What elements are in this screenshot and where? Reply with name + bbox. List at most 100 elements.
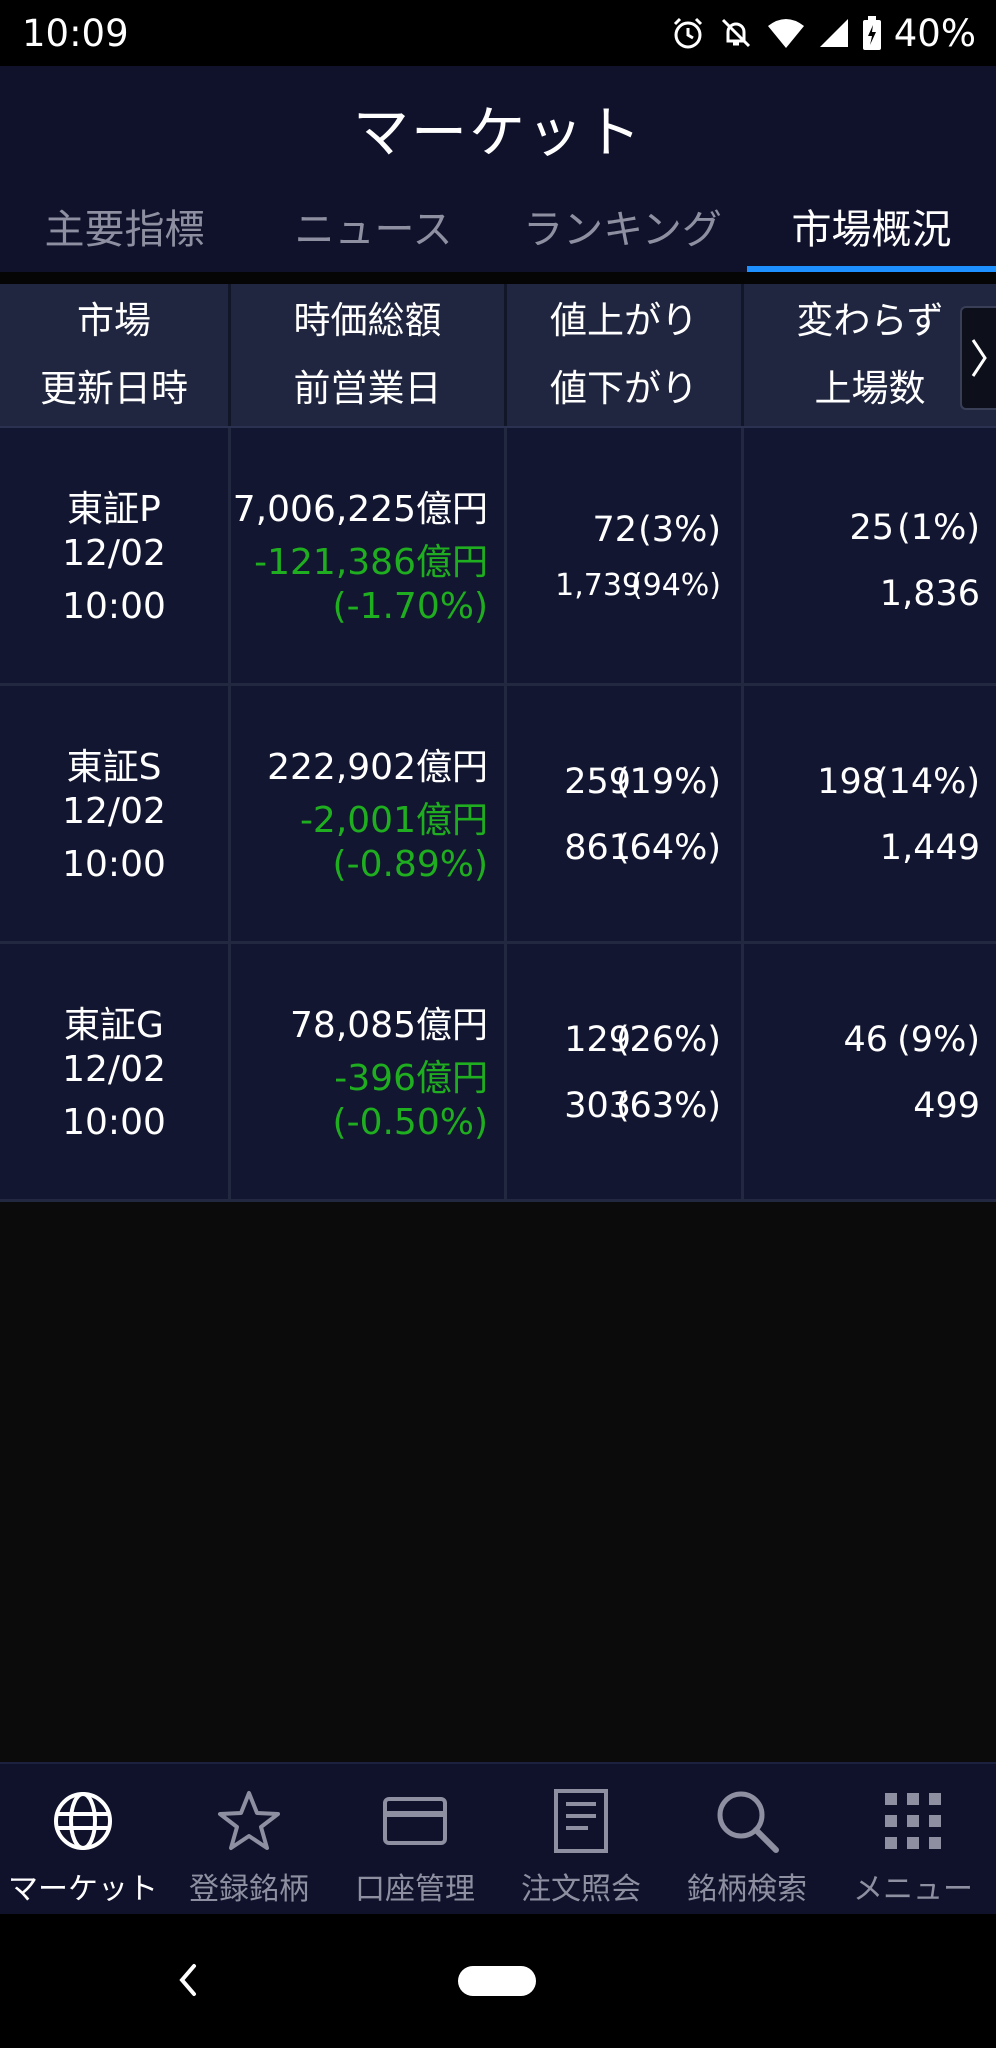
app-header: マーケット 主要指標 ニュース ランキング 市場概況: [0, 66, 996, 272]
back-icon[interactable]: [176, 1960, 200, 2000]
market-cell: 東証G 12/02 10:00: [0, 944, 231, 1199]
header-advances: 値上がり 値下がり: [507, 284, 744, 426]
star-icon: [218, 1791, 280, 1850]
header-market-label: 市場: [77, 299, 151, 342]
header-advances-label: 値上がり: [550, 299, 698, 342]
market-cap-change: -121,386億円: [254, 542, 488, 583]
bottom-nav: マーケット 登録銘柄 口座管理 注文照会 銘柄検索 メニュー: [0, 1762, 996, 1916]
market-overview-table: 市場 更新日時 時価総額 前営業日 値上がり 値下がり 変わらず 上場数 東証P…: [0, 284, 996, 1202]
market-cap-cell: 78,085億円 -396億円 (-0.50%): [231, 944, 507, 1199]
market-cap-change-pct: (-1.70%): [332, 586, 488, 627]
unchanged-pct: (9%): [897, 1020, 980, 1060]
nav-watchlist[interactable]: 登録銘柄: [166, 1764, 332, 1916]
table-row[interactable]: 東証G 12/02 10:00 78,085億円 -396億円 (-0.50%)…: [0, 944, 996, 1202]
home-button[interactable]: [458, 1966, 536, 1996]
table-header: 市場 更新日時 時価総額 前営業日 値上がり 値下がり 変わらず 上場数: [0, 284, 996, 428]
unchanged-count: 25: [849, 508, 894, 548]
nav-search[interactable]: 銘柄検索: [664, 1764, 830, 1916]
advances-cell: 129 (26%) 303 (63%): [507, 944, 744, 1199]
market-cap-change: -396億円: [334, 1058, 488, 1099]
update-date: 12/02: [62, 791, 166, 832]
status-time: 10:09: [22, 11, 129, 55]
market-cap: 78,085億円: [290, 1005, 488, 1046]
tab-bar: 主要指標 ニュース ランキング 市場概況: [0, 194, 996, 272]
advances-count: 72: [592, 510, 637, 550]
nav-menu[interactable]: メニュー: [830, 1764, 996, 1916]
nav-orders-label: 注文照会: [521, 1872, 641, 1907]
alarm-icon: [673, 17, 702, 49]
tab-ranking[interactable]: ランキング: [498, 194, 747, 272]
unchanged-count: 46: [843, 1020, 888, 1060]
update-date: 12/02: [62, 533, 166, 574]
listed-count: 1,836: [879, 574, 980, 614]
listed-count: 1,449: [879, 828, 980, 868]
nav-market[interactable]: マーケット: [0, 1764, 166, 1916]
page-title: マーケット: [353, 101, 643, 166]
market-cap-change: -2,001億円: [299, 800, 488, 841]
declines-pct: (63%): [615, 1086, 721, 1126]
advances-pct: (26%): [615, 1020, 721, 1060]
market-cap-cell: 222,902億円 -2,001億円 (-0.89%): [231, 686, 507, 941]
update-time: 10:00: [62, 844, 166, 885]
search-icon: [717, 1791, 779, 1853]
nav-menu-label: メニュー: [853, 1872, 973, 1907]
market-cap: 7,006,225億円: [232, 489, 488, 530]
tab-major-indices[interactable]: 主要指標: [0, 194, 249, 272]
unchanged-cell: 25 (1%) 1,836: [744, 428, 996, 683]
update-date: 12/02: [62, 1049, 166, 1090]
system-nav-bar: [0, 1914, 996, 2048]
market-cap-change-pct: (-0.50%): [332, 1102, 488, 1143]
table-row[interactable]: 東証S 12/02 10:00 222,902億円 -2,001億円 (-0.8…: [0, 686, 996, 944]
status-bar: 10:09 40%: [0, 0, 996, 66]
scroll-right-button[interactable]: [960, 306, 996, 410]
market-cell: 東証S 12/02 10:00: [0, 686, 231, 941]
advances-pct: (19%): [615, 762, 721, 802]
tab-news[interactable]: ニュース: [249, 194, 498, 272]
nav-watchlist-label: 登録銘柄: [189, 1872, 309, 1907]
wifi-icon: [767, 19, 804, 48]
battery-percent: 40%: [893, 11, 976, 55]
market-cell: 東証P 12/02 10:00: [0, 428, 231, 683]
nav-search-label: 銘柄検索: [687, 1872, 807, 1907]
tab-market-overview[interactable]: 市場概況: [747, 194, 996, 272]
status-icons: 40%: [670, 12, 976, 55]
market-name: 東証P: [67, 489, 161, 530]
grid-icon: [885, 1793, 941, 1849]
header-market-cap: 時価総額 前営業日: [231, 284, 507, 426]
nav-account-label: 口座管理: [355, 1872, 475, 1907]
header-listed-label: 上場数: [814, 367, 926, 410]
globe-icon: [54, 1792, 112, 1850]
unchanged-cell: 198 (14%) 1,449: [744, 686, 996, 941]
update-time: 10:00: [62, 586, 166, 627]
document-icon: [554, 1789, 608, 1853]
signal-icon: [819, 19, 848, 47]
market-name: 東証S: [66, 747, 162, 788]
declines-count: 1,739: [555, 568, 641, 603]
header-prev-day-label: 前営業日: [293, 367, 442, 410]
header-market: 市場 更新日時: [0, 284, 231, 426]
header-unchanged: 変わらず 上場数: [744, 284, 996, 426]
nav-market-label: マーケット: [8, 1872, 158, 1907]
advances-cell: 72 (3%) 1,739 (94%): [507, 428, 744, 683]
header-updated-label: 更新日時: [40, 367, 188, 410]
market-cap-change-pct: (-0.89%): [332, 844, 488, 885]
nav-orders[interactable]: 注文照会: [498, 1764, 664, 1916]
advances-pct: (3%): [638, 510, 721, 550]
chevron-right-icon: [971, 339, 987, 377]
unchanged-cell: 46 (9%) 499: [744, 944, 996, 1199]
header-declines-label: 値下がり: [550, 367, 698, 410]
battery-icon: [862, 16, 881, 50]
header-divider: [0, 272, 996, 284]
header-unchanged-label: 変わらず: [796, 299, 944, 342]
unchanged-pct: (14%): [874, 762, 980, 802]
update-time: 10:00: [62, 1102, 166, 1143]
market-cap: 222,902億円: [267, 747, 488, 788]
unchanged-pct: (1%): [897, 508, 980, 548]
nav-account[interactable]: 口座管理: [332, 1764, 498, 1916]
card-icon: [383, 1797, 447, 1845]
declines-pct: (94%): [630, 568, 721, 603]
table-row[interactable]: 東証P 12/02 10:00 7,006,225億円 -121,386億円 (…: [0, 428, 996, 686]
market-cap-cell: 7,006,225億円 -121,386億円 (-1.70%): [231, 428, 507, 683]
header-market-cap-label: 時価総額: [293, 299, 442, 342]
declines-pct: (64%): [615, 828, 721, 868]
